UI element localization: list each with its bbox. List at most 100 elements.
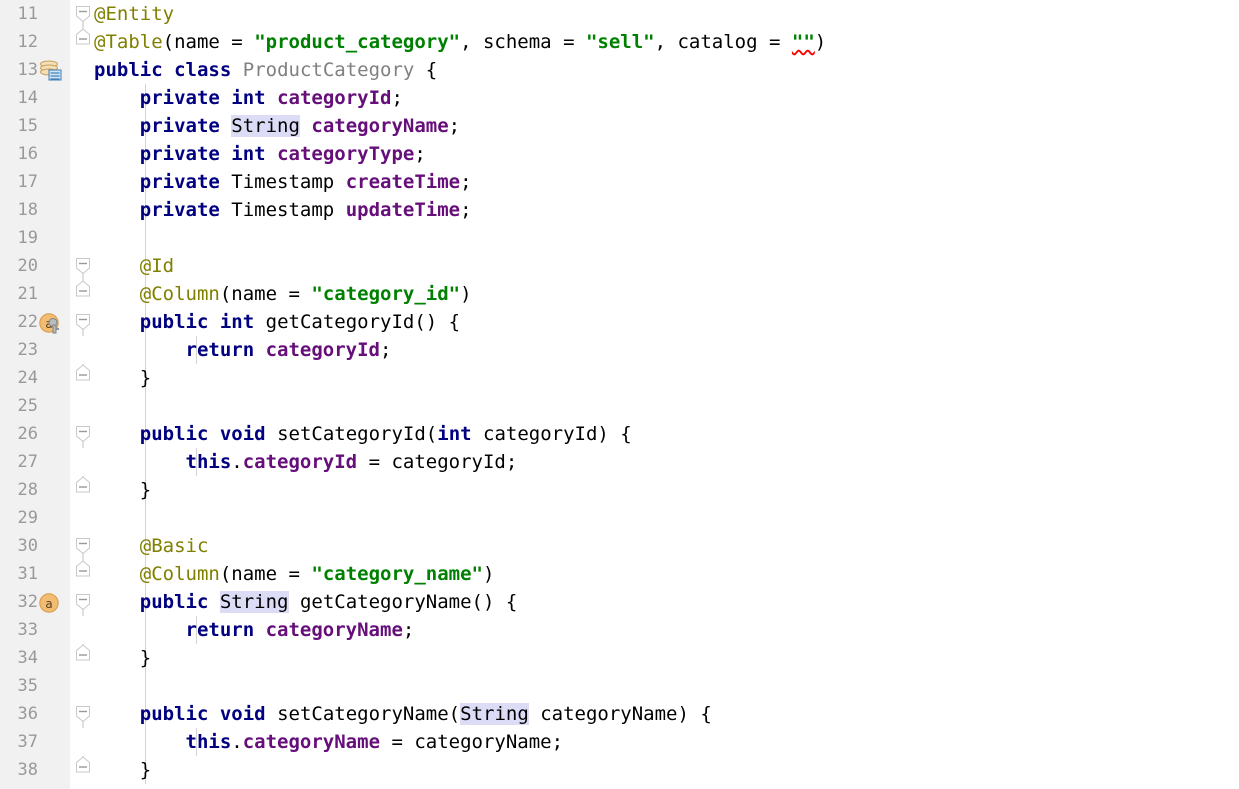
code-line[interactable]: 32 a public String getCategoryName() { — [0, 588, 1239, 616]
line-number[interactable]: 11 — [0, 0, 38, 28]
line-number[interactable]: 16 — [0, 140, 38, 168]
code-text[interactable]: } — [94, 476, 151, 504]
code-text[interactable]: private int categoryType; — [94, 140, 426, 168]
code-text[interactable]: public int getCategoryId() { — [94, 308, 460, 336]
code-line[interactable]: 21 @Column(name = "category_id") — [0, 280, 1239, 308]
code-line[interactable]: 24 } — [0, 364, 1239, 392]
code-text[interactable]: } — [94, 756, 151, 784]
fold-start-marker[interactable] — [74, 700, 92, 728]
code-text[interactable]: private Timestamp updateTime; — [94, 196, 472, 224]
code-line[interactable]: 35 — [0, 672, 1239, 700]
code-text[interactable]: private int categoryId; — [94, 84, 403, 112]
line-number[interactable]: 30 — [0, 532, 38, 560]
code-line[interactable]: 33 return categoryName; — [0, 616, 1239, 644]
code-line[interactable]: 30 @Basic — [0, 532, 1239, 560]
code-line[interactable]: 19 — [0, 224, 1239, 252]
code-text[interactable]: private Timestamp createTime; — [94, 168, 472, 196]
fold-start-marker[interactable] — [74, 588, 92, 616]
code-text[interactable]: this.categoryId = categoryId; — [94, 448, 518, 476]
code-line[interactable]: 17 private Timestamp createTime; — [0, 168, 1239, 196]
code-line[interactable]: 26 public void setCategoryId(int categor… — [0, 420, 1239, 448]
fold-end-marker[interactable] — [74, 756, 92, 784]
fold-end-marker[interactable] — [74, 364, 92, 392]
token: } — [94, 367, 152, 389]
line-number[interactable]: 22 — [0, 308, 38, 336]
line-number[interactable]: 27 — [0, 448, 38, 476]
code-text[interactable]: } — [94, 364, 151, 392]
line-number[interactable]: 12 — [0, 28, 38, 56]
code-text[interactable]: public class ProductCategory { — [94, 56, 437, 84]
fold-start-marker[interactable] — [74, 0, 92, 28]
line-number[interactable]: 28 — [0, 476, 38, 504]
line-number[interactable]: 15 — [0, 112, 38, 140]
line-number[interactable]: 34 — [0, 644, 38, 672]
code-line[interactable]: 20 @Id — [0, 252, 1239, 280]
code-line[interactable]: 11 @Entity — [0, 0, 1239, 28]
code-line[interactable]: 37 this.categoryName = categoryName; — [0, 728, 1239, 756]
code-line[interactable]: 36 public void setCategoryName(String ca… — [0, 700, 1239, 728]
code-text[interactable]: private String categoryName; — [94, 112, 460, 140]
line-number[interactable]: 38 — [0, 756, 38, 784]
database-entity-icon[interactable] — [38, 60, 64, 82]
code-line[interactable]: 25 — [0, 392, 1239, 420]
code-text[interactable]: this.categoryName = categoryName; — [94, 728, 564, 756]
code-line[interactable]: 12 @Table(name = "product_category", sche… — [0, 28, 1239, 56]
line-number[interactable]: 19 — [0, 224, 38, 252]
line-number[interactable]: 24 — [0, 364, 38, 392]
line-number[interactable]: 31 — [0, 560, 38, 588]
code-line[interactable]: 27 this.categoryId = categoryId; — [0, 448, 1239, 476]
line-number[interactable]: 29 — [0, 504, 38, 532]
attribute-key-icon[interactable]: a — [38, 312, 64, 334]
code-line[interactable]: 13 public class ProductCategory { — [0, 56, 1239, 84]
code-text[interactable]: public String getCategoryName() { — [94, 588, 517, 616]
code-text[interactable]: @Column(name = "category_name") — [94, 560, 495, 588]
code-text[interactable]: public void setCategoryId(int categoryId… — [94, 420, 632, 448]
code-line[interactable]: 16 private int categoryType; — [0, 140, 1239, 168]
code-line[interactable]: 18 private Timestamp updateTime; — [0, 196, 1239, 224]
code-line[interactable]: 23 return categoryId; — [0, 336, 1239, 364]
token: int — [219, 311, 255, 333]
line-number[interactable]: 18 — [0, 196, 38, 224]
code-text[interactable]: public void setCategoryName(String categ… — [94, 700, 712, 728]
line-number[interactable]: 13 — [0, 56, 38, 84]
line-number[interactable]: 35 — [0, 672, 38, 700]
code-line[interactable]: 31 @Column(name = "category_name") — [0, 560, 1239, 588]
line-number[interactable]: 26 — [0, 420, 38, 448]
code-text[interactable]: @Table(name = "product_category", schema… — [94, 28, 826, 56]
fold-start-marker[interactable] — [74, 308, 92, 336]
code-line[interactable]: 15 private String categoryName; — [0, 112, 1239, 140]
line-number[interactable]: 23 — [0, 336, 38, 364]
code-text[interactable]: @Id — [94, 252, 174, 280]
code-text[interactable]: } — [94, 644, 151, 672]
line-number[interactable]: 21 — [0, 280, 38, 308]
fold-end-marker[interactable] — [74, 28, 92, 56]
code-line[interactable]: 29 — [0, 504, 1239, 532]
fold-end-marker[interactable] — [74, 644, 92, 672]
line-number[interactable]: 37 — [0, 728, 38, 756]
fold-end-marker[interactable] — [74, 280, 92, 308]
code-text[interactable]: @Basic — [94, 532, 209, 560]
code-text[interactable]: return categoryId; — [94, 336, 392, 364]
fold-start-marker[interactable] — [74, 420, 92, 448]
code-line[interactable]: 14 private int categoryId; — [0, 84, 1239, 112]
code-line[interactable]: 38 } — [0, 756, 1239, 784]
line-number[interactable]: 20 — [0, 252, 38, 280]
attribute-icon[interactable]: a — [38, 592, 64, 614]
line-number[interactable]: 33 — [0, 616, 38, 644]
code-text[interactable]: @Column(name = "category_id") — [94, 280, 472, 308]
code-line[interactable]: 22a public int getCategoryId() { — [0, 308, 1239, 336]
line-number[interactable]: 36 — [0, 700, 38, 728]
line-number[interactable]: 32 — [0, 588, 38, 616]
code-text[interactable]: @Entity — [94, 0, 174, 28]
fold-start-marker[interactable] — [74, 252, 92, 280]
fold-end-marker[interactable] — [74, 560, 92, 588]
code-editor[interactable]: 11 @Entity 12 @Table(name = "product_catego… — [0, 0, 1239, 789]
line-number[interactable]: 25 — [0, 392, 38, 420]
line-number[interactable]: 14 — [0, 84, 38, 112]
code-line[interactable]: 34 } — [0, 644, 1239, 672]
fold-start-marker[interactable] — [74, 532, 92, 560]
fold-end-marker[interactable] — [74, 476, 92, 504]
code-text[interactable]: return categoryName; — [94, 616, 415, 644]
line-number[interactable]: 17 — [0, 168, 38, 196]
code-line[interactable]: 28 } — [0, 476, 1239, 504]
